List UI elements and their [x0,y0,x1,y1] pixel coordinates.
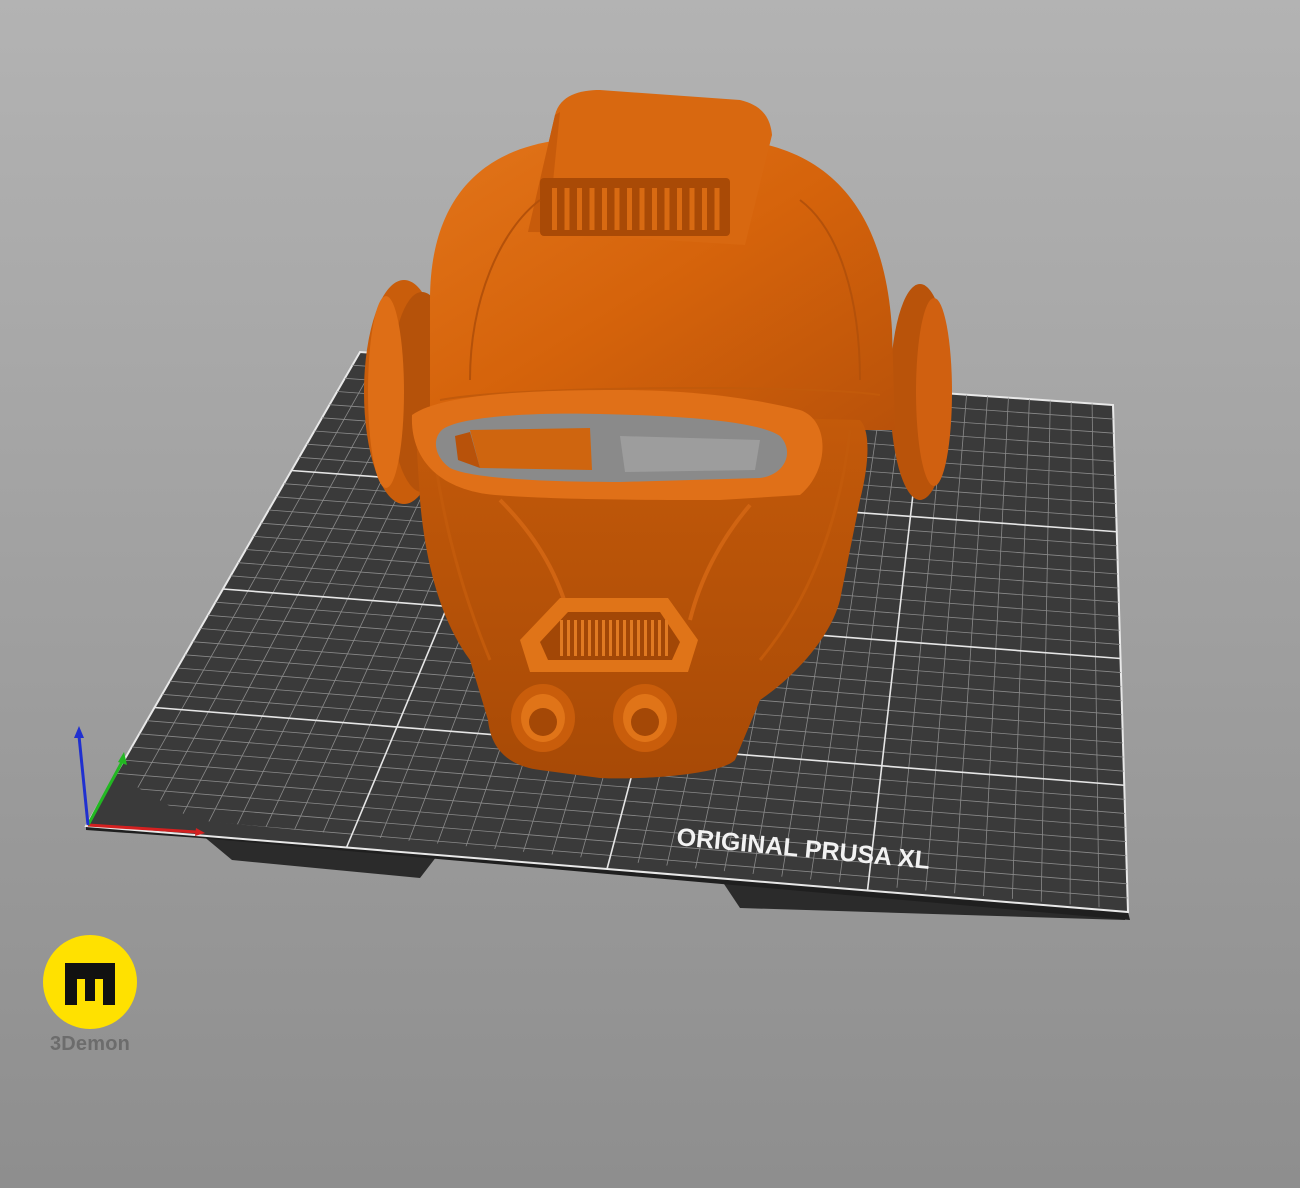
mouth-vent-slat [602,620,605,656]
mouth-vent-slat [651,620,654,656]
mouth-vent-slat [588,620,591,656]
mouth-vent-slat [595,620,598,656]
crest-vent-slat [614,188,620,230]
crest-vent-slat [664,188,670,230]
3demon-logo-icon [43,935,137,1029]
crest-vent-slat [677,188,682,230]
crest-vent-slat [689,188,695,230]
crest-vent-slat [627,188,632,230]
mouth-vent-slat [637,620,640,656]
mouth-vent-slat [630,620,633,656]
crest-vent-slat [602,188,607,230]
3d-viewport[interactable]: ORIGINAL PRUSA XL 3Demon [0,0,1300,1188]
mouth-vent-slat [616,620,619,656]
crest-vent-slat [702,188,707,230]
crest-vent-slat [577,188,582,230]
crest-vent-slat [552,188,557,230]
right-ear-pod [890,284,952,500]
crest-vent-slat [639,188,645,230]
crest-vent-slat [652,188,657,230]
mouth-vent-slat [665,620,668,656]
z-axis-arrow [74,726,84,738]
z-axis-line [77,735,90,826]
crest-vent-slat [589,188,595,230]
mouth-vent-slat [623,620,626,656]
mouth-vent-slat [644,620,647,656]
3demon-name: 3Demon [49,1033,131,1055]
mouth-vent-slat [567,620,570,656]
left-chin-filter [511,684,575,752]
3demon-watermark: 3Demon [40,935,140,1065]
scene[interactable]: ORIGINAL PRUSA XL [0,0,1300,1188]
crest-vent-slat [564,188,570,230]
right-chin-filter [613,684,677,752]
mouth-vent-slat [560,620,563,656]
mouth-vent-slat [581,620,584,656]
mouth-vent-slat [609,620,612,656]
crest-vent-slat [714,188,720,230]
mouth-vent-slat [574,620,577,656]
mouth-vent-slat [658,620,661,656]
